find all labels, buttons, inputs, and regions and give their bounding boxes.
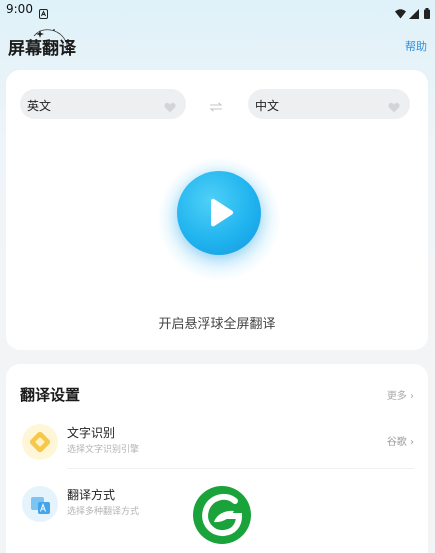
- ocr-icon-wrap: [22, 424, 58, 460]
- status-bar: 9:00: [0, 0, 435, 20]
- translate-mode-icon: [31, 497, 50, 514]
- help-link[interactable]: 帮助: [405, 38, 427, 54]
- start-float-ball-button[interactable]: [177, 171, 261, 255]
- play-icon: [207, 198, 235, 232]
- notification-icon: [39, 4, 48, 23]
- translate-mode-icon-wrap: [22, 486, 58, 522]
- page-title: 屏幕翻译: [8, 39, 76, 59]
- float-ball-caption: 开启悬浮球全屏翻译: [158, 317, 276, 332]
- settings-row-title: 文字识别: [67, 426, 116, 440]
- brand-logo-icon: [192, 485, 252, 545]
- app-bar: 屏幕翻译 帮助: [0, 28, 435, 62]
- target-language-select[interactable]: 中文: [248, 89, 410, 119]
- settings-row-subtitle: 选择文字识别引擎: [67, 445, 140, 455]
- target-language-label: 中文: [255, 99, 280, 113]
- chevron-right-icon: ›: [410, 391, 414, 402]
- signal-icon: [409, 4, 419, 23]
- dropdown-heart-icon: [388, 98, 400, 117]
- source-language-select[interactable]: 英文: [20, 89, 186, 119]
- chevron-right-icon: ›: [410, 437, 414, 448]
- settings-row-value: 谷歌 ›: [387, 433, 414, 448]
- ocr-engine-value: 谷歌: [386, 437, 407, 448]
- text-recognition-icon: [29, 431, 51, 453]
- settings-row-subtitle: 选择多种翻译方式: [67, 507, 140, 517]
- settings-row-title: 翻译方式: [67, 488, 116, 502]
- more-label: 更多: [386, 391, 407, 402]
- wifi-icon: [395, 4, 406, 23]
- source-language-label: 英文: [27, 99, 52, 113]
- swap-languages-icon[interactable]: [209, 97, 223, 116]
- status-time: 9:00: [6, 2, 33, 16]
- translator-card: 英文 中文 开启悬浮球全屏翻译: [6, 70, 428, 350]
- settings-title: 翻译设置: [20, 386, 81, 404]
- dropdown-heart-icon: [164, 98, 176, 117]
- more-link[interactable]: 更多 ›: [387, 387, 414, 402]
- battery-icon: [424, 4, 430, 23]
- row-divider: [67, 468, 414, 469]
- settings-row-ocr[interactable]: 文字识别 选择文字识别引擎 谷歌 ›: [6, 414, 428, 470]
